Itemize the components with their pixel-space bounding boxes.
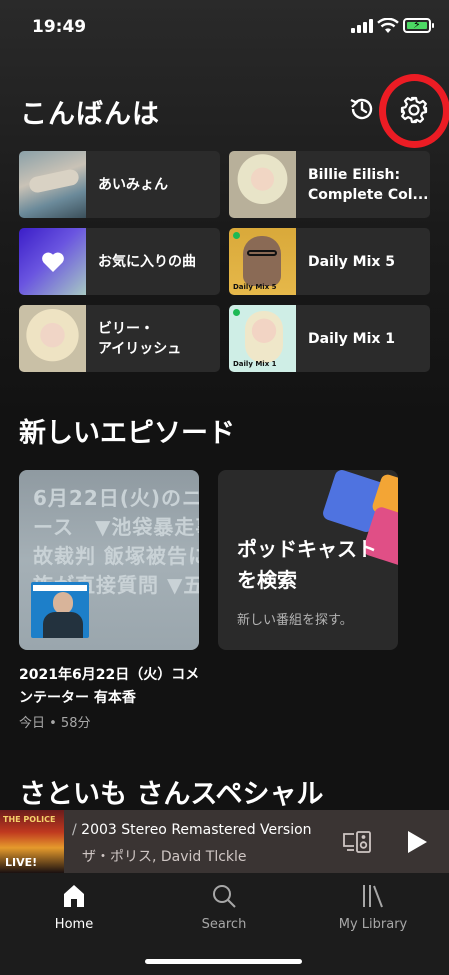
mix-tag: Daily Mix 5 bbox=[233, 283, 277, 291]
highlight-circle bbox=[379, 74, 449, 148]
section-title-new-episodes: 新しいエピソード bbox=[19, 418, 235, 449]
shortcut-label: Daily Mix 1 bbox=[308, 330, 396, 347]
shortcut-card-daily-mix-5[interactable]: Daily Mix 5 Daily Mix 5 bbox=[229, 228, 430, 295]
album-art: Daily Mix 5 bbox=[229, 228, 296, 295]
track-artist: ザ・ポリス, David Tlckle bbox=[82, 849, 247, 865]
spotify-dot-icon bbox=[233, 309, 240, 316]
shortcut-card-billie-complete[interactable]: Billie Eilish: Complete Col... bbox=[229, 151, 430, 218]
now-playing-art: THE POLICE LIVE! bbox=[0, 810, 64, 873]
status-time: 19:49 bbox=[32, 17, 87, 37]
connect-device-icon[interactable] bbox=[342, 830, 372, 854]
spotify-dot-icon bbox=[233, 232, 240, 239]
track-title: / 2003 Stereo Remastered Version bbox=[72, 822, 322, 838]
tab-library-label: My Library bbox=[338, 917, 408, 932]
tab-library[interactable]: My Library bbox=[313, 883, 433, 932]
shortcut-label: ビリー・ アイリッシュ bbox=[98, 320, 182, 357]
podcast-search-title: ポッドキャストを検索 bbox=[237, 537, 377, 592]
search-icon bbox=[213, 885, 236, 908]
liked-songs-art bbox=[19, 228, 86, 295]
library-icon bbox=[363, 885, 383, 908]
track-prefix: / bbox=[72, 822, 77, 838]
podcast-badge bbox=[31, 582, 89, 638]
shortcut-card-aimyon[interactable]: あいみょん bbox=[19, 151, 220, 218]
track-name: 2003 Stereo Remastered Version bbox=[81, 822, 312, 838]
shortcut-card-daily-mix-1[interactable]: Daily Mix 1 Daily Mix 1 bbox=[229, 305, 430, 372]
shortcut-card-liked-songs[interactable]: お気に入りの曲 bbox=[19, 228, 220, 295]
cellular-signal-icon bbox=[351, 19, 373, 33]
episode-meta: 今日 • 58分 bbox=[19, 716, 91, 731]
mini-player[interactable]: THE POLICE LIVE! / 2003 Stereo Remastere… bbox=[0, 810, 449, 873]
tab-search-label: Search bbox=[201, 917, 247, 932]
shortcut-label: あいみょん bbox=[98, 176, 168, 193]
tab-search[interactable]: Search bbox=[164, 883, 284, 932]
heart-icon bbox=[41, 252, 64, 272]
art-text-top: THE POLICE bbox=[3, 815, 56, 824]
page-title: こんばんは bbox=[20, 99, 160, 130]
home-indicator bbox=[145, 959, 302, 964]
shortcut-card-billie[interactable]: ビリー・ アイリッシュ bbox=[19, 305, 220, 372]
tab-home-label: Home bbox=[54, 917, 94, 932]
artist-art bbox=[19, 305, 86, 372]
episode-cover[interactable]: 6月22日(火)のニュース ▼池袋暴走事故裁判 飯塚被告に遺族が直接質問 ▼五輪… bbox=[19, 470, 199, 650]
play-icon[interactable] bbox=[406, 830, 428, 854]
podcast-search-card[interactable]: ポッドキャストを検索 新しい番組を探す。 bbox=[218, 470, 398, 650]
shortcut-label: お気に入りの曲 bbox=[98, 253, 196, 270]
album-art bbox=[19, 151, 86, 218]
shortcut-label: Billie Eilish: Complete Col... bbox=[308, 166, 429, 203]
history-icon[interactable] bbox=[348, 95, 376, 123]
art-text-bottom: LIVE! bbox=[5, 856, 38, 869]
episode-title[interactable]: 2021年6月22日（火）コメンテーター 有本香 bbox=[19, 664, 209, 710]
section-title-special: さといも さんスペシャル bbox=[19, 779, 324, 810]
album-art: Daily Mix 1 bbox=[229, 305, 296, 372]
album-art bbox=[229, 151, 296, 218]
shortcut-label: Daily Mix 5 bbox=[308, 253, 396, 270]
home-icon bbox=[64, 885, 84, 907]
tab-home[interactable]: Home bbox=[14, 883, 134, 932]
status-bar: 19:49 ⚡ bbox=[0, 0, 449, 52]
battery-icon: ⚡ bbox=[403, 18, 434, 33]
wifi-icon bbox=[377, 18, 399, 33]
mix-tag: Daily Mix 1 bbox=[233, 360, 277, 368]
podcast-search-subtitle: 新しい番組を探す。 bbox=[237, 613, 353, 628]
